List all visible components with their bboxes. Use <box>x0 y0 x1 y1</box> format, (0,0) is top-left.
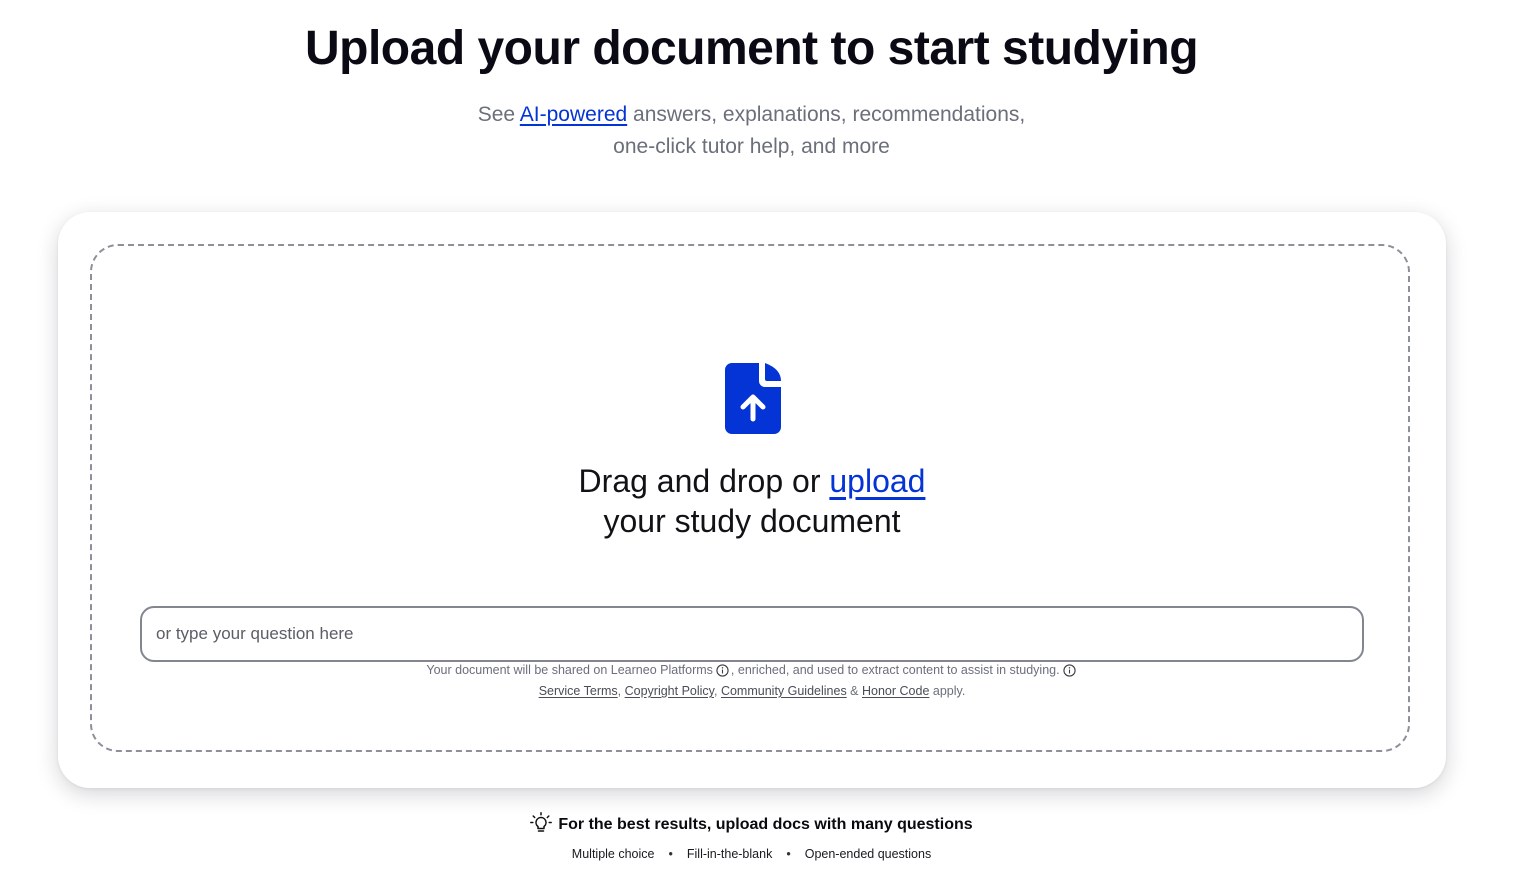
tip-text: For the best results, upload docs with m… <box>558 816 973 833</box>
legal-comma: , <box>617 684 625 698</box>
legal-text-a: Your document will be shared on Learneo … <box>426 663 713 677</box>
drop-text-prefix: Drag and drop or <box>578 463 830 499</box>
drop-instruction-line1: Drag and drop or upload <box>92 461 1412 501</box>
community-guidelines-link[interactable]: Community Guidelines <box>721 684 847 698</box>
upload-card: Drag and drop or upload your study docum… <box>58 212 1446 788</box>
file-dropzone[interactable]: Drag and drop or upload your study docum… <box>90 244 1410 752</box>
honor-code-link[interactable]: Honor Code <box>862 684 929 698</box>
page-title: Upload your document to start studying <box>304 22 1199 75</box>
question-type-item: Fill-in-the-blank <box>686 847 773 861</box>
bullet-separator: • <box>786 847 791 861</box>
subtitle-prefix: See <box>477 103 520 126</box>
copyright-policy-link[interactable]: Copyright Policy <box>625 684 714 698</box>
info-icon[interactable] <box>1062 664 1076 677</box>
question-type-item: Open-ended questions <box>804 847 932 861</box>
upload-link[interactable]: upload <box>829 463 925 499</box>
question-type-item: Multiple choice <box>571 847 655 861</box>
legal-suffix: apply. <box>929 684 966 698</box>
legal-ampersand: & <box>846 684 862 698</box>
question-input[interactable] <box>140 606 1364 662</box>
legal-notice-line1: Your document will be shared on Learneo … <box>92 660 1412 680</box>
legal-notice-line2: Service Terms, Copyright Policy, Communi… <box>92 681 1412 701</box>
subtitle-rest: answers, explanations, recommendations, <box>627 103 1026 126</box>
question-types: Multiple choice • Fill-in-the-blank • Open-e… <box>0 844 1503 864</box>
document-upload-icon[interactable] <box>725 363 785 435</box>
lightbulb-icon <box>530 812 553 832</box>
ai-powered-link[interactable]: AI-powered <box>520 103 627 126</box>
service-terms-link[interactable]: Service Terms <box>539 684 618 698</box>
upload-tip: For the best results, upload docs with m… <box>0 812 1503 837</box>
drop-instruction-line2: your study document <box>603 503 901 539</box>
page-subtitle-line1: See AI-powered answers, explanations, re… <box>0 99 1503 131</box>
legal-comma: , <box>714 684 721 698</box>
bullet-separator: • <box>668 847 673 861</box>
info-icon[interactable] <box>716 664 729 677</box>
legal-text-b: , enriched, and used to extract content … <box>730 663 1060 677</box>
page-subtitle-line2: one-click tutor help, and more <box>613 135 890 158</box>
upload-page: Upload your document to start studying S… <box>0 0 1521 874</box>
